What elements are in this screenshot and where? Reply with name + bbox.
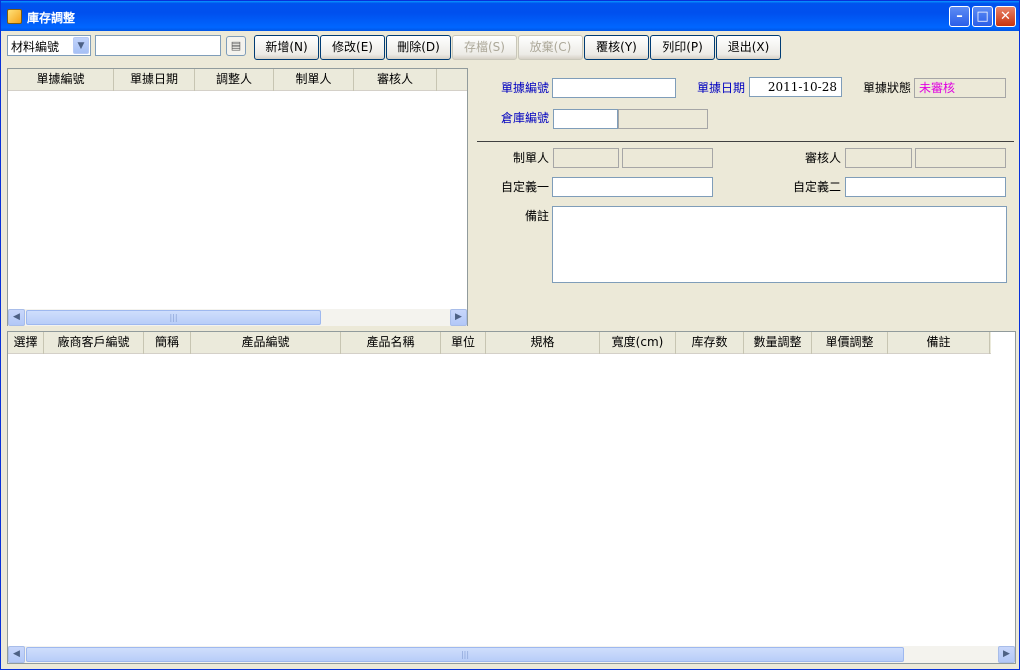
custom1-label: 自定義一 <box>500 180 549 194</box>
search-field-select-value: 材料編號 <box>11 40 60 54</box>
column-header[interactable]: 產品名稱 <box>341 332 441 354</box>
document-list-header: 單據編號 單據日期 調整人 制單人 審核人 <box>8 69 467 91</box>
column-header[interactable]: 库存数 <box>676 332 744 354</box>
doc-date-label: 單據日期 <box>696 81 745 95</box>
column-header[interactable]: 產品編號 <box>191 332 341 354</box>
window-title: 庫存調整 <box>27 11 76 25</box>
reviewer-code-field <box>845 148 912 168</box>
column-header[interactable]: 單據日期 <box>114 69 195 91</box>
scroll-thumb[interactable]: ||| <box>26 647 904 662</box>
search-input[interactable] <box>95 35 221 56</box>
document-list-hscrollbar[interactable]: ◀ ||| ▶ <box>8 309 467 326</box>
lookup-icon: ▤ <box>230 39 242 52</box>
scroll-right-icon[interactable]: ▶ <box>998 646 1015 663</box>
column-header[interactable]: 單位 <box>441 332 486 354</box>
maximize-icon: □ <box>976 9 989 24</box>
scroll-thumb[interactable]: ||| <box>26 310 321 325</box>
column-header[interactable]: 調整人 <box>195 69 274 91</box>
detail-grid[interactable]: 選擇 廠商客戶編號 簡稱 產品編號 產品名稱 單位 規格 寬度(cm) 库存数 … <box>7 331 1016 664</box>
maker-code-field <box>553 148 619 168</box>
remark-textarea[interactable] <box>552 206 1007 283</box>
review-button[interactable]: 覆核(Y) <box>584 35 649 60</box>
column-header[interactable]: 審核人 <box>354 69 437 91</box>
detail-grid-hscrollbar[interactable]: ◀ ||| ▶ <box>8 646 1015 663</box>
custom1-field[interactable] <box>552 177 713 197</box>
document-list-grid[interactable]: 單據編號 單據日期 調整人 制單人 審核人 ◀ ||| ▶ <box>7 68 468 326</box>
warehouse-label: 倉庫編號 <box>500 111 549 125</box>
add-button[interactable]: 新增(N) <box>254 35 319 60</box>
discard-button[interactable]: 放棄(C) <box>518 35 583 60</box>
column-header[interactable]: 寬度(cm) <box>600 332 676 354</box>
column-header[interactable]: 單據編號 <box>8 69 114 91</box>
maximize-button[interactable]: □ <box>972 6 993 27</box>
toolbar: 材料編號 ▼ ▤ 新增(N) 修改(E) 刪除(D) 存檔(S) 放棄(C) 覆… <box>1 32 1019 64</box>
remark-label: 備註 <box>524 209 549 223</box>
column-header[interactable]: 單價調整 <box>812 332 888 354</box>
lookup-button[interactable]: ▤ <box>226 36 246 56</box>
print-button[interactable]: 列印(P) <box>650 35 715 60</box>
chevron-down-icon[interactable]: ▼ <box>73 37 89 54</box>
doc-date-field[interactable]: 2011-10-28 <box>749 77 842 97</box>
search-field-select[interactable]: 材料編號 ▼ <box>7 35 91 56</box>
custom2-label: 自定義二 <box>792 180 841 194</box>
minimize-button[interactable]: – <box>949 6 970 27</box>
scroll-right-icon[interactable]: ▶ <box>450 309 467 326</box>
maker-label: 制單人 <box>512 151 549 165</box>
column-header[interactable]: 規格 <box>486 332 600 354</box>
edit-button[interactable]: 修改(E) <box>320 35 385 60</box>
column-header[interactable]: 備註 <box>888 332 990 354</box>
column-header[interactable]: 廠商客戶編號 <box>44 332 144 354</box>
status-label: 單據狀態 <box>862 81 911 95</box>
app-icon <box>7 9 22 24</box>
status-field: 未審核 <box>914 78 1006 98</box>
custom2-field[interactable] <box>845 177 1006 197</box>
detail-grid-header: 選擇 廠商客戶編號 簡稱 產品編號 產品名稱 單位 規格 寬度(cm) 库存数 … <box>8 332 991 354</box>
column-header[interactable]: 制單人 <box>274 69 354 91</box>
splitter[interactable] <box>469 68 473 326</box>
reviewer-name-field <box>915 148 1006 168</box>
doc-no-field[interactable] <box>552 78 676 98</box>
main-window: 庫存調整 – □ ✕ 材料編號 ▼ ▤ 新增(N) 修改(E) 刪除(D) 存檔… <box>0 0 1020 670</box>
delete-button[interactable]: 刪除(D) <box>386 35 451 60</box>
close-icon: ✕ <box>1000 9 1011 24</box>
form-divider <box>477 141 1014 142</box>
column-header[interactable]: 選擇 <box>8 332 44 354</box>
close-button[interactable]: ✕ <box>995 6 1016 27</box>
warehouse-name-field <box>618 109 708 129</box>
reviewer-label: 審核人 <box>804 151 841 165</box>
column-header[interactable]: 數量調整 <box>744 332 812 354</box>
scroll-left-icon[interactable]: ◀ <box>8 309 25 326</box>
title-bar[interactable]: 庫存調整 – □ ✕ <box>1 1 1019 31</box>
maker-name-field <box>622 148 713 168</box>
scroll-left-icon[interactable]: ◀ <box>8 646 25 663</box>
warehouse-code-field[interactable] <box>553 109 618 129</box>
doc-no-label: 單據編號 <box>500 81 549 95</box>
column-header[interactable]: 簡稱 <box>144 332 191 354</box>
minimize-icon: – <box>956 9 963 24</box>
exit-button[interactable]: 退出(X) <box>716 35 781 60</box>
save-button[interactable]: 存檔(S) <box>452 35 517 60</box>
